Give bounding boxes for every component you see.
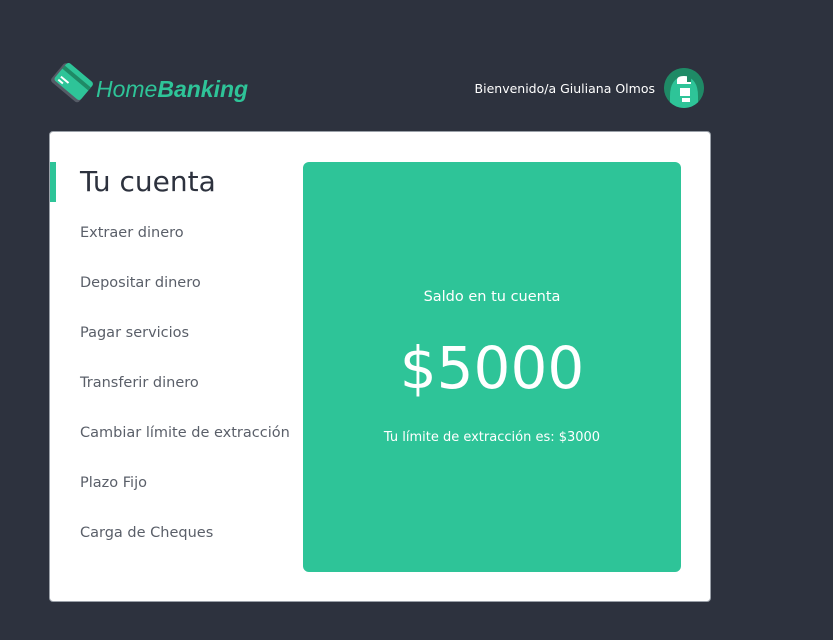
extraction-limit-text: Tu límite de extracción es: $3000 <box>383 430 601 445</box>
account-card: Tu cuenta Extraer dinero Depositar diner… <box>49 131 711 602</box>
account-menu: Extraer dinero Depositar dinero Pagar se… <box>80 213 290 563</box>
menu-item-depositar-dinero[interactable]: Depositar dinero <box>80 263 290 313</box>
top-header: HomeBanking Bienvenido/a Giuliana Olmos <box>50 60 710 115</box>
balance-panel: Saldo en tu cuenta $5000 Tu límite de ex… <box>303 162 681 572</box>
logo-text-banking: Banking <box>157 76 249 102</box>
menu-item-plazo-fijo[interactable]: Plazo Fijo <box>80 463 290 513</box>
menu-item-carga-cheques[interactable]: Carga de Cheques <box>80 513 290 563</box>
balance-amount: $5000 <box>399 334 585 402</box>
menu-item-transferir-dinero[interactable]: Transferir dinero <box>80 363 290 413</box>
user-info: Bienvenido/a Giuliana Olmos <box>475 68 704 108</box>
homebanking-logo[interactable]: HomeBanking <box>50 60 248 104</box>
balance-label: Saldo en tu cuenta <box>423 289 561 305</box>
user-greeting: Bienvenido/a Giuliana Olmos <box>474 80 655 96</box>
section-title: Tu cuenta <box>50 162 216 202</box>
menu-item-pagar-servicios[interactable]: Pagar servicios <box>80 313 290 363</box>
logo-text-home: Home <box>96 76 158 102</box>
logo-text: HomeBanking <box>96 78 248 101</box>
menu-item-cambiar-limite[interactable]: Cambiar límite de extracción <box>80 413 290 463</box>
menu-item-extraer-dinero[interactable]: Extraer dinero <box>80 213 290 263</box>
user-avatar-icon[interactable] <box>664 68 704 108</box>
credit-card-icon <box>50 60 94 104</box>
